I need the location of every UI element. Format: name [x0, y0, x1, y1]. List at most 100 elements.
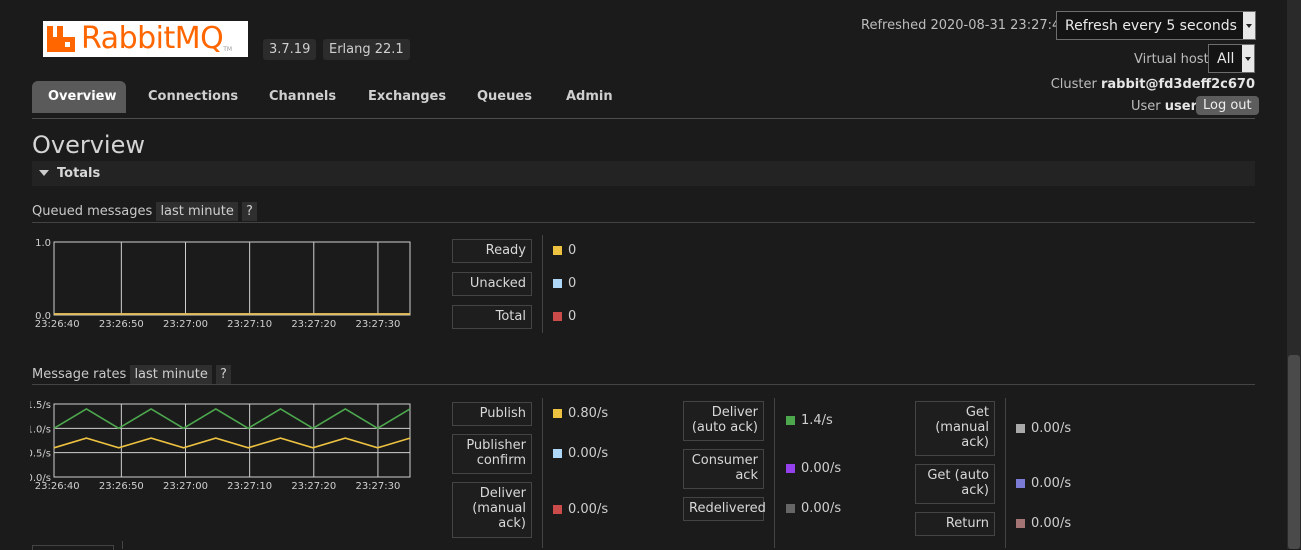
- x-tick-label: 23:27:00: [163, 319, 208, 330]
- queued-help-button[interactable]: ?: [242, 202, 257, 221]
- tab-connections[interactable]: Connections: [132, 81, 254, 113]
- x-tick-label: 23:26:40: [35, 319, 80, 330]
- legend-value: 0: [553, 309, 576, 324]
- legend-divider: [542, 398, 543, 548]
- divider: [32, 222, 1255, 223]
- legend-value: 0.00/s: [553, 446, 608, 461]
- erlang-badge: Erlang 22.1: [323, 39, 410, 60]
- legend-label-box: Deliver (auto ack): [683, 401, 764, 441]
- message-rates-header: Message rates last minute ?: [32, 365, 231, 384]
- y-tick-label: 1.5/s: [30, 400, 51, 411]
- legend-value-text: 0.00/s: [1031, 476, 1072, 491]
- rabbitmq-logo[interactable]: Rabbit MQ TM: [43, 21, 248, 57]
- legend-divider: [122, 541, 123, 549]
- chevron-down-icon: [1242, 45, 1254, 72]
- version-badge: 3.7.19: [263, 39, 317, 60]
- legend-value: 0.00/s: [786, 461, 841, 476]
- logo-text-b: MQ: [174, 21, 224, 56]
- legend-value: 0.00/s: [1016, 516, 1071, 531]
- legend-label-box: Publish: [452, 402, 532, 426]
- tab-divider: [32, 118, 1255, 119]
- legend-value-text: 0.00/s: [1031, 420, 1072, 436]
- x-tick-label: 23:27:20: [291, 481, 336, 492]
- totals-section-toggle[interactable]: Totals: [32, 161, 1255, 186]
- legend-swatch: [553, 505, 562, 514]
- legend-swatch: [553, 449, 562, 458]
- queued-messages-chart: 1.00.023:26:40 23:26:50 23:27:00 23:27:10 23…: [35, 238, 411, 330]
- section-title: Totals: [57, 166, 101, 181]
- legend-label-box: Deliver (manual ack): [452, 482, 532, 538]
- vhost-label: Virtual host: [1134, 52, 1209, 67]
- queued-messages-header: Queued messages last minute ?: [32, 202, 257, 221]
- logo-text-a: Rabbit: [81, 21, 175, 56]
- legend-divider: [542, 235, 543, 333]
- legend-divider: [1005, 398, 1006, 548]
- refresh-interval-value: Refresh every 5 seconds: [1065, 17, 1237, 34]
- legend-value-text: 0.00/s: [568, 446, 609, 461]
- legend-label-box: Get (manual ack): [915, 401, 995, 456]
- x-tick-label: 23:27:10: [227, 481, 272, 492]
- vhost-value: All: [1217, 50, 1235, 67]
- legend-value-text: 0.00/s: [801, 461, 842, 476]
- cluster-label: Cluster: [1050, 77, 1097, 92]
- user-info: User user: [1131, 99, 1197, 114]
- y-tick-label: 1.0/s: [30, 424, 51, 435]
- logo-tm: TM: [223, 46, 233, 53]
- legend-value-text: 0.80/s: [568, 406, 609, 421]
- tab-overview[interactable]: Overview: [32, 81, 126, 113]
- user-label: User: [1131, 99, 1161, 114]
- caret-down-icon: [39, 170, 49, 176]
- x-tick-label: 23:27:00: [163, 481, 208, 492]
- legend-swatch: [1016, 479, 1025, 488]
- legend-value: 0.00/s: [553, 502, 608, 517]
- tab-admin[interactable]: Admin: [550, 81, 629, 113]
- legend-value-text: 0.00/s: [568, 502, 609, 517]
- refresh-interval-select[interactable]: Refresh every 5 seconds: [1056, 11, 1256, 40]
- plot-frame: [53, 241, 411, 316]
- rates-range-button[interactable]: last minute: [130, 365, 212, 384]
- legend-value-text: 0.00/s: [1031, 516, 1072, 531]
- cluster-name: rabbit@fd3deff2c670: [1100, 77, 1255, 92]
- message-rates-chart: 1.5/s1.0/s0.5/s0.0/s23:26:4023:26:5023:2…: [30, 400, 411, 492]
- scrollbar-thumb[interactable]: [1288, 355, 1300, 549]
- legend-swatch: [553, 246, 562, 255]
- divider: [32, 384, 1255, 385]
- legend-divider: [774, 398, 775, 548]
- vhost-select[interactable]: All: [1208, 44, 1255, 73]
- queued-messages-title: Queued messages: [32, 204, 153, 219]
- logout-button[interactable]: Log out: [1196, 96, 1259, 115]
- legend-swatch: [553, 312, 562, 321]
- queued-range-button[interactable]: last minute: [156, 202, 238, 221]
- legend-label-box: Unacked: [452, 272, 532, 296]
- legend-value: 0: [553, 243, 576, 258]
- y-tick-label: 0.5/s: [30, 449, 51, 460]
- legend-label-box: Ready: [452, 239, 532, 263]
- chevron-down-icon: [1243, 12, 1255, 39]
- legend-label-box: Return: [915, 512, 995, 536]
- x-tick-label: 23:27:10: [227, 319, 272, 330]
- legend-value: 0: [553, 276, 576, 291]
- x-tick-label: 23:26:50: [99, 319, 144, 330]
- next-section-box: [32, 545, 114, 550]
- legend-label-box: Get (auto ack): [915, 464, 995, 504]
- tab-exchanges[interactable]: Exchanges: [352, 81, 462, 113]
- user-name: user: [1164, 99, 1198, 114]
- legend-value: 0.00/s: [1016, 476, 1071, 491]
- legend-label-box: Publisher confirm: [452, 434, 532, 474]
- series-line: [53, 407, 411, 430]
- legend-swatch: [786, 416, 795, 425]
- legend-swatch: [1016, 519, 1025, 528]
- tab-queues[interactable]: Queues: [461, 81, 548, 113]
- legend-value: 0.00/s: [786, 501, 841, 516]
- tab-channels[interactable]: Channels: [253, 81, 352, 113]
- y-tick-label: 1.0: [35, 238, 51, 249]
- message-rates-title: Message rates: [32, 367, 127, 382]
- x-tick-label: 23:27:30: [355, 481, 400, 492]
- rates-help-button[interactable]: ?: [216, 365, 231, 384]
- x-tick-label: 23:26:40: [35, 481, 80, 492]
- series-line: [53, 437, 411, 449]
- page-title: Overview: [32, 131, 145, 159]
- legend-swatch: [786, 464, 795, 473]
- legend-swatch: [553, 409, 562, 418]
- legend-swatch: [786, 504, 795, 513]
